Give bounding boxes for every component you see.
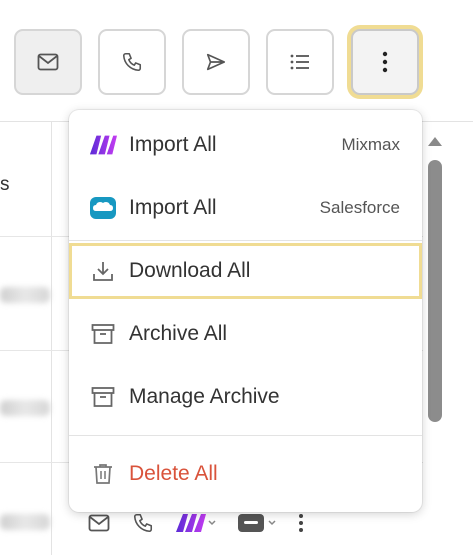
email-button[interactable] [14, 29, 82, 95]
menu-item-label: Delete All [129, 462, 218, 485]
send-button[interactable] [182, 29, 250, 95]
menu-item-import-salesforce[interactable]: Import All Salesforce [69, 180, 422, 236]
menu-item-label: Import All [129, 196, 217, 219]
menu-item-download-all[interactable]: Download All [69, 243, 422, 299]
phone-icon [133, 513, 153, 533]
trash-icon [89, 460, 117, 488]
row-email-button[interactable] [88, 514, 110, 532]
menu-item-manage-archive[interactable]: Manage Archive [69, 369, 422, 425]
more-vertical-icon [299, 514, 303, 532]
menu-item-delete-all[interactable]: Delete All [69, 446, 422, 502]
toolbar [0, 0, 473, 122]
list-icon [290, 54, 309, 70]
send-icon [206, 53, 226, 71]
menu-item-source: Salesforce [319, 198, 400, 217]
menu-item-label: Archive All [129, 322, 228, 345]
app-stage: s Import All Mixmax Import All Salesforc… [0, 0, 473, 555]
scroll-up-arrow[interactable] [428, 137, 442, 146]
more-vertical-icon [382, 51, 388, 73]
mixmax-logo-icon [89, 131, 117, 159]
list-button[interactable] [266, 29, 334, 95]
chat-bubble-icon [238, 514, 276, 532]
column-header-fragment: s [0, 174, 10, 195]
row-call-button[interactable] [132, 512, 154, 534]
blurred-cell [0, 287, 50, 303]
mail-icon [37, 53, 59, 71]
menu-item-import-mixmax[interactable]: Import All Mixmax [69, 117, 422, 173]
blurred-cell [0, 514, 50, 530]
menu-item-label: Import All [129, 133, 217, 156]
row-actions [88, 508, 304, 538]
archive-icon [89, 320, 117, 348]
mail-icon [88, 514, 110, 532]
download-icon [89, 257, 117, 285]
row-more-button[interactable] [298, 513, 304, 533]
menu-item-source: Mixmax [341, 135, 400, 154]
call-button[interactable] [98, 29, 166, 95]
row-chat-button[interactable] [236, 512, 280, 534]
menu-item-label: Download All [129, 259, 251, 282]
mixmax-logo-icon [176, 514, 216, 532]
scrollbar-thumb[interactable] [428, 160, 442, 422]
row-mixmax-button[interactable] [174, 512, 218, 534]
menu-item-label: Manage Archive [129, 385, 280, 408]
salesforce-logo-icon [89, 194, 117, 222]
menu-item-archive-all[interactable]: Archive All [69, 306, 422, 362]
archive-icon [89, 383, 117, 411]
menu-divider [69, 435, 422, 436]
phone-icon [122, 52, 142, 72]
more-options-menu: Import All Mixmax Import All Salesforce [69, 110, 422, 512]
more-options-button[interactable] [351, 29, 419, 95]
menu-divider [69, 240, 422, 241]
blurred-cell [0, 400, 50, 416]
